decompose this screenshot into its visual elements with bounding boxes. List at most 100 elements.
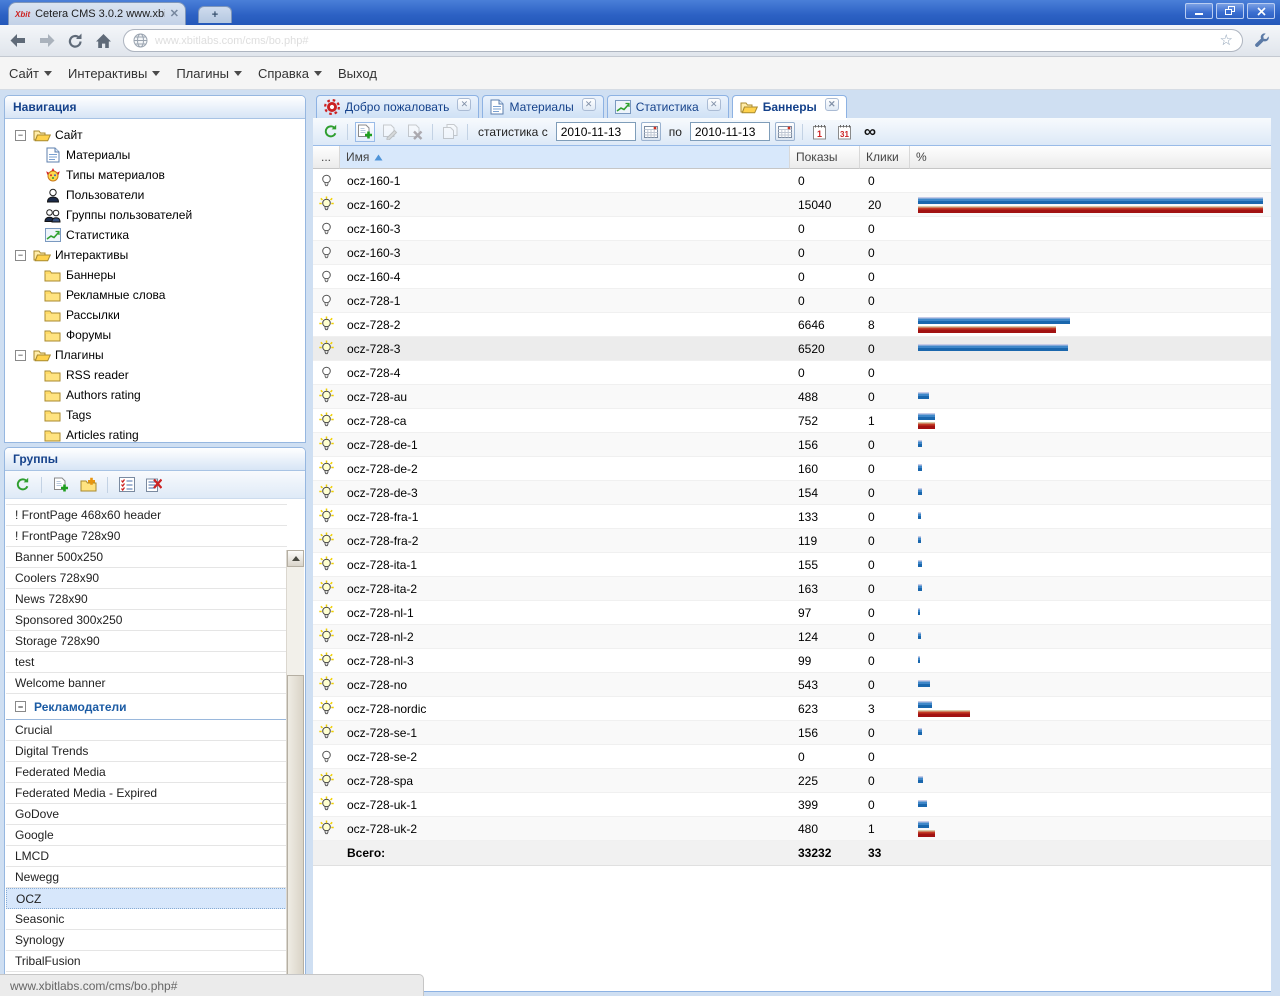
tab-close-icon[interactable]: ✕ xyxy=(825,98,839,111)
table-row[interactable]: ocz-160-300 xyxy=(313,217,1271,241)
table-row[interactable]: ocz-728-spa2250 xyxy=(313,769,1271,793)
tab-item[interactable]: Материалы✕ xyxy=(482,95,603,118)
bulb-on-icon[interactable] xyxy=(313,193,340,216)
bulb-on-icon[interactable] xyxy=(313,697,340,720)
column-header-shows[interactable]: Показы xyxy=(790,146,860,169)
table-row[interactable]: ocz-728-365200 xyxy=(313,337,1271,361)
table-row[interactable]: ocz-160-400 xyxy=(313,265,1271,289)
bulb-on-icon[interactable] xyxy=(313,625,340,648)
tree-item[interactable]: Tags xyxy=(5,405,305,425)
tree-item[interactable]: Баннеры xyxy=(5,265,305,285)
tab-close-icon[interactable]: ✕ xyxy=(582,98,596,111)
bookmark-star-icon[interactable]: ☆ xyxy=(1220,33,1233,48)
calendar-picker-icon[interactable] xyxy=(641,122,661,141)
table-row[interactable]: ocz-728-ita-21630 xyxy=(313,577,1271,601)
tree-item[interactable]: Типы материалов xyxy=(5,165,305,185)
tab-item[interactable]: Статистика✕ xyxy=(607,95,729,118)
list-item[interactable]: Storage 728x90 xyxy=(6,631,287,652)
menubar-item[interactable]: Сайт xyxy=(9,66,52,81)
table-row[interactable]: ocz-728-au4880 xyxy=(313,385,1271,409)
list-item[interactable]: LMCD xyxy=(6,846,287,867)
scrollbar-thumb[interactable] xyxy=(287,675,304,996)
list-item[interactable]: GoDove xyxy=(6,804,287,825)
checklist-icon[interactable] xyxy=(117,475,137,495)
list-item[interactable]: Newegg xyxy=(6,867,287,888)
address-bar[interactable]: www.xbitlabs.com/cms/bo.php# ☆ xyxy=(123,29,1243,52)
list-item[interactable]: ! FrontPage 468x60 header xyxy=(6,505,287,526)
bulb-on-icon[interactable] xyxy=(313,817,340,840)
collapse-icon[interactable]: − xyxy=(15,701,26,712)
table-row[interactable]: ocz-728-266468 xyxy=(313,313,1271,337)
bulb-off-icon[interactable] xyxy=(313,217,340,240)
list-item[interactable]: Google xyxy=(6,825,287,846)
table-row[interactable]: ocz-728-nl-1970 xyxy=(313,601,1271,625)
column-header-name[interactable]: Имя xyxy=(340,146,790,169)
table-row[interactable]: ocz-728-fra-11330 xyxy=(313,505,1271,529)
bulb-on-icon[interactable] xyxy=(313,601,340,624)
tree-item[interactable]: −Плагины xyxy=(5,345,305,365)
table-row[interactable]: ocz-728-uk-24801 xyxy=(313,817,1271,841)
table-row[interactable]: ocz-728-se-200 xyxy=(313,745,1271,769)
tab-close-icon[interactable]: ✕ xyxy=(170,9,179,20)
advertisers-section-header[interactable]: −Рекламодатели xyxy=(6,694,287,720)
tree-item[interactable]: RSS reader xyxy=(5,365,305,385)
menubar-item[interactable]: Плагины xyxy=(176,66,242,81)
tree-item[interactable]: −Интерактивы xyxy=(5,245,305,265)
bulb-on-icon[interactable] xyxy=(313,793,340,816)
column-header-clicks[interactable]: Клики xyxy=(860,146,910,169)
collapse-icon[interactable]: − xyxy=(15,350,26,361)
tree-item[interactable]: Пользователи xyxy=(5,185,305,205)
bulb-on-icon[interactable] xyxy=(313,649,340,672)
bulb-on-icon[interactable] xyxy=(313,721,340,744)
reload-button[interactable] xyxy=(67,33,84,49)
table-row[interactable]: ocz-728-no5430 xyxy=(313,673,1271,697)
date-from-input[interactable] xyxy=(556,122,636,141)
calendar-month-icon[interactable]: 31 xyxy=(835,122,855,142)
bulb-off-icon[interactable] xyxy=(313,169,340,192)
menubar-item[interactable]: Справка xyxy=(258,66,322,81)
table-row[interactable]: ocz-728-nordic6233 xyxy=(313,697,1271,721)
bulb-on-icon[interactable] xyxy=(313,505,340,528)
tree-item[interactable]: Группы пользователей xyxy=(5,205,305,225)
minimize-button[interactable] xyxy=(1185,3,1213,19)
tree-item[interactable]: Форумы xyxy=(5,325,305,345)
collapse-icon[interactable]: − xyxy=(15,130,26,141)
table-row[interactable]: ocz-160-300 xyxy=(313,241,1271,265)
bulb-off-icon[interactable] xyxy=(313,745,340,768)
tab-item[interactable]: Добро пожаловать✕ xyxy=(316,95,479,118)
bulb-on-icon[interactable] xyxy=(313,553,340,576)
column-header-more[interactable]: ... xyxy=(313,146,340,169)
tree-item[interactable]: Материалы xyxy=(5,145,305,165)
table-row[interactable]: ocz-728-100 xyxy=(313,289,1271,313)
tab-active[interactable]: Баннеры✕ xyxy=(732,95,847,118)
close-button[interactable] xyxy=(1247,3,1275,19)
list-item[interactable]: Banner 500x250 xyxy=(6,547,287,568)
table-row[interactable]: ocz-728-de-31540 xyxy=(313,481,1271,505)
list-item[interactable]: Coolers 728x90 xyxy=(6,568,287,589)
tree-item[interactable]: Рекламные слова xyxy=(5,285,305,305)
tree-item[interactable]: Статистика xyxy=(5,225,305,245)
list-item[interactable]: Synology xyxy=(6,930,287,951)
refresh-icon[interactable] xyxy=(12,475,32,495)
collapse-icon[interactable]: − xyxy=(15,250,26,261)
bulb-on-icon[interactable] xyxy=(313,577,340,600)
column-header-percent[interactable]: % xyxy=(910,146,1271,169)
wrench-menu-button[interactable] xyxy=(1254,32,1271,49)
menubar-item[interactable]: Выход xyxy=(338,66,377,81)
list-item[interactable]: Crucial xyxy=(6,720,287,741)
bulb-off-icon[interactable] xyxy=(313,289,340,312)
bulb-on-icon[interactable] xyxy=(313,457,340,480)
list-item[interactable]: Welcome banner xyxy=(6,673,287,694)
bulb-on-icon[interactable] xyxy=(313,529,340,552)
table-row[interactable]: ocz-728-400 xyxy=(313,361,1271,385)
table-row[interactable]: ocz-728-de-21600 xyxy=(313,457,1271,481)
refresh-icon[interactable] xyxy=(320,122,340,142)
table-row[interactable]: ocz-728-uk-13990 xyxy=(313,793,1271,817)
scroll-up-icon[interactable] xyxy=(287,550,304,567)
calendar-picker-icon[interactable] xyxy=(775,122,795,141)
list-item[interactable]: Federated Media - Expired xyxy=(6,783,287,804)
table-row[interactable]: ocz-728-nl-3990 xyxy=(313,649,1271,673)
tab-close-icon[interactable]: ✕ xyxy=(707,98,721,111)
list-item[interactable]: OCZ xyxy=(6,888,287,909)
bulb-on-icon[interactable] xyxy=(313,313,340,336)
